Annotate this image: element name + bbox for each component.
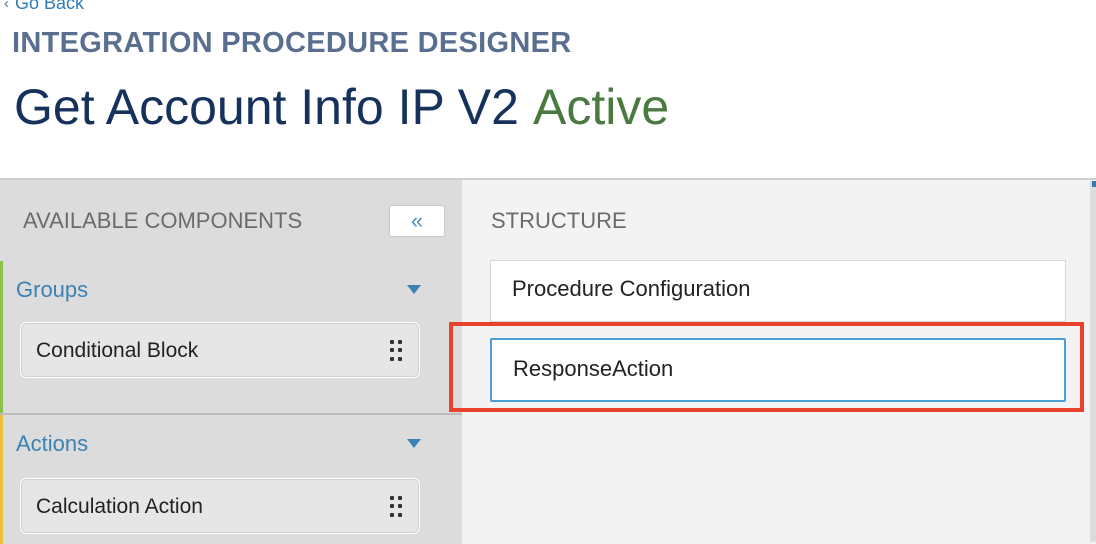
structure-item-response-action[interactable]: ResponseAction xyxy=(490,338,1066,402)
double-chevron-left-icon: « xyxy=(410,208,424,233)
component-label: Calculation Action xyxy=(36,495,203,518)
group-section-actions: Actions Calculation Action xyxy=(0,415,462,544)
go-back-link[interactable]: ‹ Go Back xyxy=(4,0,84,14)
drag-handle-icon[interactable] xyxy=(390,340,402,362)
structure-item-label: ResponseAction xyxy=(513,356,674,381)
group-section-groups: Groups Conditional Block xyxy=(0,261,462,413)
drag-handle-icon[interactable] xyxy=(390,496,402,518)
structure-item-label: Procedure Configuration xyxy=(512,276,751,301)
properties-panel-edge xyxy=(1090,181,1096,542)
procedure-name: Get Account Info IP V2 xyxy=(14,79,519,135)
status-badge: Active xyxy=(532,79,670,135)
available-components-panel: AVAILABLE COMPONENTS « Groups Conditiona… xyxy=(0,180,462,544)
group-title-groups[interactable]: Groups xyxy=(16,277,88,303)
caret-down-icon[interactable] xyxy=(407,285,421,294)
component-label: Conditional Block xyxy=(36,339,199,362)
designer-label: INTEGRATION PROCEDURE DESIGNER xyxy=(12,27,572,59)
go-back-label: Go Back xyxy=(15,0,85,13)
structure-title: STRUCTURE xyxy=(491,208,627,233)
group-accent-bar xyxy=(0,261,3,413)
component-calculation-action[interactable]: Calculation Action xyxy=(20,478,420,534)
group-title-actions[interactable]: Actions xyxy=(16,431,88,457)
component-conditional-block[interactable]: Conditional Block xyxy=(20,322,420,378)
designer-workspace: AVAILABLE COMPONENTS « Groups Conditiona… xyxy=(0,178,1096,544)
caret-down-icon[interactable] xyxy=(407,439,421,448)
structure-panel: STRUCTURE Procedure Configuration Respon… xyxy=(462,180,1096,544)
chevron-left-icon: ‹ xyxy=(4,0,9,12)
structure-item-procedure-configuration[interactable]: Procedure Configuration xyxy=(490,260,1066,322)
collapse-panel-button[interactable]: « xyxy=(389,205,445,237)
group-accent-bar xyxy=(0,415,3,544)
available-components-title: AVAILABLE COMPONENTS xyxy=(23,208,303,233)
edge-marker xyxy=(1092,181,1096,187)
page-title: Get Account Info IP V2 Active xyxy=(14,78,669,136)
